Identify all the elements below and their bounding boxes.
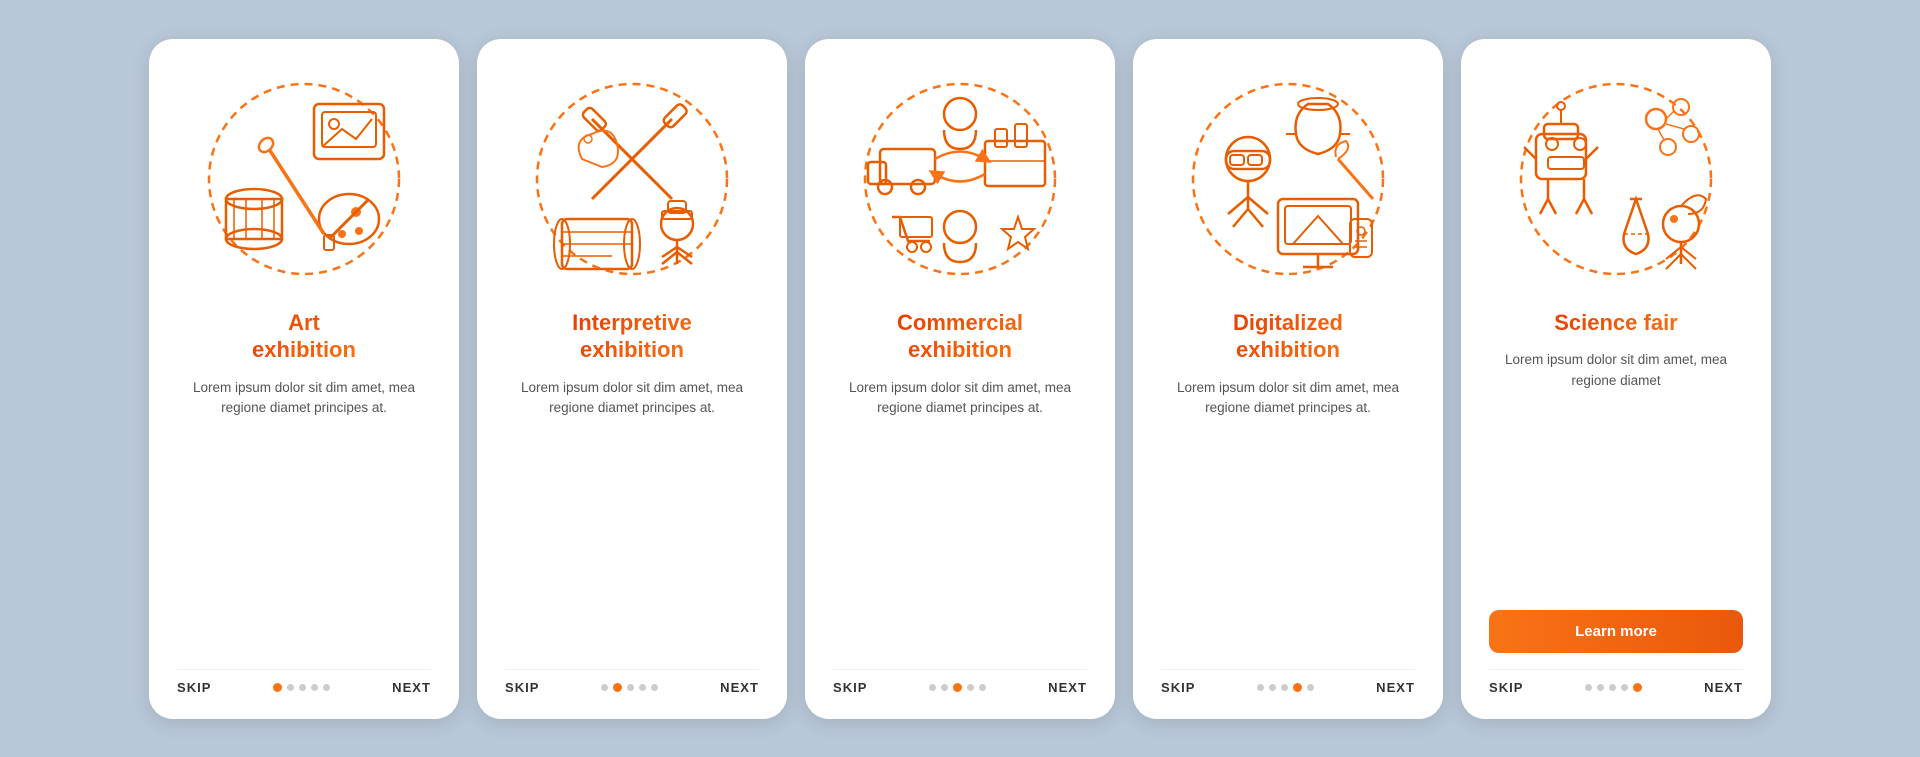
dot-3 [299, 684, 306, 691]
nav-row: SKIP NEXT [505, 669, 759, 695]
card-title: Artexhibition [252, 309, 356, 364]
dot-2 [1269, 684, 1276, 691]
nav-row: SKIP NEXT [177, 669, 431, 695]
dots-indicator [929, 683, 986, 692]
next-button[interactable]: NEXT [392, 680, 431, 695]
dot-4 [1293, 683, 1302, 692]
dot-2 [1597, 684, 1604, 691]
dot-4 [311, 684, 318, 691]
card-footer: SKIP NEXT [505, 659, 759, 695]
dot-5 [323, 684, 330, 691]
nav-row: SKIP NEXT [1161, 669, 1415, 695]
dot-3 [1281, 684, 1288, 691]
skip-button[interactable]: SKIP [1489, 680, 1524, 695]
dots-indicator [273, 683, 330, 692]
dot-5 [1633, 683, 1642, 692]
dot-1 [1585, 684, 1592, 691]
dot-1 [273, 683, 282, 692]
next-button[interactable]: NEXT [1376, 680, 1415, 695]
dot-3 [953, 683, 962, 692]
dot-4 [967, 684, 974, 691]
dot-3 [1609, 684, 1616, 691]
dot-2 [613, 683, 622, 692]
dot-4 [639, 684, 646, 691]
dot-1 [929, 684, 936, 691]
dots-indicator [1585, 683, 1642, 692]
card-footer: SKIP NEXT [1161, 659, 1415, 695]
commercial-exhibition-illustration [850, 69, 1070, 289]
dot-5 [979, 684, 986, 691]
card-footer: Learn more SKIP NEXT [1489, 610, 1743, 695]
digitalized-exhibition-illustration [1178, 69, 1398, 289]
card-body: Lorem ipsum dolor sit dim amet, mea regi… [177, 378, 431, 436]
science-fair-illustration [1506, 69, 1726, 289]
dots-indicator [601, 683, 658, 692]
card-body: Lorem ipsum dolor sit dim amet, mea regi… [1161, 378, 1415, 436]
skip-button[interactable]: SKIP [505, 680, 540, 695]
card-title: Commercialexhibition [897, 309, 1023, 364]
dot-2 [287, 684, 294, 691]
cards-container: Artexhibition Lorem ipsum dolor sit dim … [109, 9, 1811, 749]
next-button[interactable]: NEXT [1704, 680, 1743, 695]
learn-more-button[interactable]: Learn more [1489, 610, 1743, 653]
card-title: Interpretiveexhibition [572, 309, 692, 364]
card-body: Lorem ipsum dolor sit dim amet, mea regi… [1489, 350, 1743, 408]
card-body: Lorem ipsum dolor sit dim amet, mea regi… [505, 378, 759, 436]
skip-button[interactable]: SKIP [1161, 680, 1196, 695]
dot-5 [651, 684, 658, 691]
dots-indicator [1257, 683, 1314, 692]
card-footer: SKIP NEXT [177, 659, 431, 695]
dot-3 [627, 684, 634, 691]
nav-row: SKIP NEXT [833, 669, 1087, 695]
nav-row: SKIP NEXT [1489, 669, 1743, 695]
interpretive-exhibition-illustration [522, 69, 742, 289]
dot-2 [941, 684, 948, 691]
skip-button[interactable]: SKIP [177, 680, 212, 695]
art-exhibition-illustration [194, 69, 414, 289]
next-button[interactable]: NEXT [720, 680, 759, 695]
card-science-fair: Science fair Lorem ipsum dolor sit dim a… [1461, 39, 1771, 719]
dot-5 [1307, 684, 1314, 691]
next-button[interactable]: NEXT [1048, 680, 1087, 695]
dot-4 [1621, 684, 1628, 691]
card-art-exhibition: Artexhibition Lorem ipsum dolor sit dim … [149, 39, 459, 719]
card-title: Science fair [1554, 309, 1678, 337]
skip-button[interactable]: SKIP [833, 680, 868, 695]
card-footer: SKIP NEXT [833, 659, 1087, 695]
card-body: Lorem ipsum dolor sit dim amet, mea regi… [833, 378, 1087, 436]
card-commercial-exhibition: Commercialexhibition Lorem ipsum dolor s… [805, 39, 1115, 719]
card-digitalized-exhibition: Digitalizedexhibition Lorem ipsum dolor … [1133, 39, 1443, 719]
card-interpretive-exhibition: Interpretiveexhibition Lorem ipsum dolor… [477, 39, 787, 719]
dot-1 [1257, 684, 1264, 691]
dot-1 [601, 684, 608, 691]
card-title: Digitalizedexhibition [1233, 309, 1343, 364]
